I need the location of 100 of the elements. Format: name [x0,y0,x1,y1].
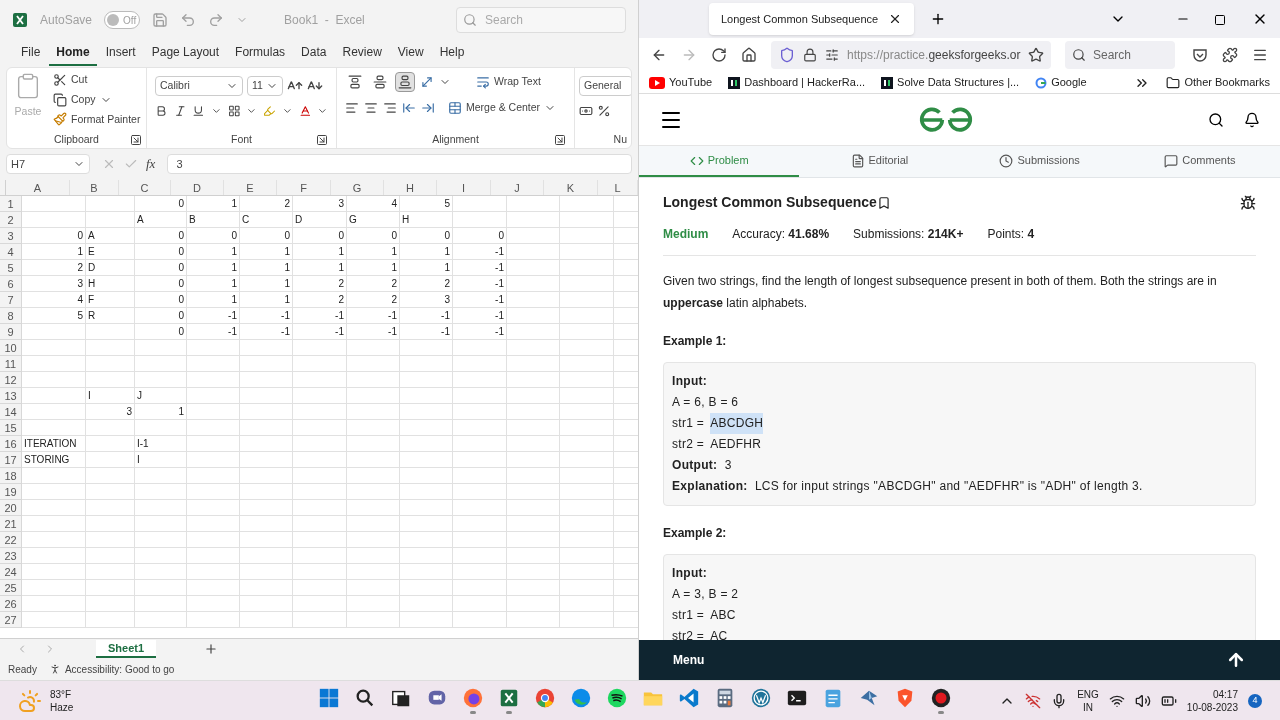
dialog-launcher-icon[interactable] [316,134,328,146]
notification-badge[interactable]: 4 [1248,693,1262,708]
bookmark-link[interactable]: Solve Data Structures |... [881,74,1020,91]
row-header[interactable]: 26 [0,596,22,612]
row-header[interactable]: 27 [0,612,22,628]
search-icon[interactable] [354,687,376,709]
underline-icon[interactable] [192,104,205,118]
number-format-dropdown[interactable]: General [579,76,631,96]
browser-icon[interactable] [534,687,556,709]
windows-logo-icon[interactable] [318,687,340,709]
row-header[interactable]: 1 [0,196,22,212]
column-header[interactable]: D [171,180,224,195]
spreadsheet-icon[interactable] [498,687,520,709]
ribbon-tab[interactable]: Insert [98,43,143,66]
row-header[interactable]: 8 [0,308,22,324]
row-header[interactable]: 7 [0,292,22,308]
close-tab-icon[interactable] [888,12,902,26]
weather-condition[interactable]: Haze [50,700,74,714]
permissions-icon[interactable] [825,48,839,62]
row-header[interactable]: 12 [0,372,22,388]
scroll-top-icon[interactable] [1226,650,1246,670]
row-header[interactable]: 22 [0,532,22,548]
star-icon[interactable] [1028,47,1045,63]
notification-icon[interactable] [1244,111,1260,128]
code-editor-icon[interactable] [678,687,700,709]
volume-icon[interactable] [1134,692,1151,709]
percent-icon[interactable] [597,104,611,118]
row-header[interactable]: 21 [0,516,22,532]
column-header[interactable]: E [224,180,277,195]
row-header[interactable]: 13 [0,388,22,404]
row-header[interactable]: 25 [0,580,22,596]
row-header[interactable]: 19 [0,484,22,500]
region-text[interactable]: IN [1083,700,1093,714]
align-left-icon[interactable] [345,100,359,115]
pocket-icon[interactable] [1192,47,1208,63]
address-field[interactable]: https://practice.geeksforgeeks.or [771,41,1051,69]
currency-icon[interactable] [579,104,593,118]
ribbon-tab[interactable]: Formulas [228,43,293,66]
row-header[interactable]: 2 [0,212,22,228]
row-header[interactable]: 4 [0,244,22,260]
other-bookmarks-link[interactable]: Other Bookmarks [1166,74,1270,91]
row-header[interactable]: 16 [0,436,22,452]
menu-label[interactable]: Menu [673,651,705,669]
search-field[interactable]: Search [456,7,626,33]
problem-tab[interactable]: Submissions [959,146,1120,177]
column-header[interactable]: G [331,180,384,195]
column-header[interactable]: A [6,180,70,195]
format-painter-button[interactable]: Format Painter [53,111,141,128]
row-header[interactable]: 17 [0,452,22,468]
borders-icon[interactable] [227,104,241,118]
wrap-text-button[interactable]: Wrap Text [476,74,541,90]
font-size-dropdown[interactable]: 11 [247,76,283,96]
ribbon-tab[interactable]: Page Layout [144,43,227,66]
font-color-icon[interactable] [298,104,312,118]
column-header[interactable]: B [70,180,119,195]
row-header[interactable]: 15 [0,420,22,436]
align-center-icon[interactable] [364,100,378,115]
decrease-indent-icon[interactable] [402,100,416,115]
accessibility-status[interactable]: Accessibility: Good to go [64,661,175,677]
search-field[interactable]: Search [1065,41,1175,69]
increase-indent-icon[interactable] [421,100,435,115]
ribbon-tab[interactable]: Review [335,43,389,66]
row-header[interactable]: 23 [0,548,22,564]
column-header[interactable]: J [491,180,544,195]
music-icon[interactable] [606,687,628,709]
bold-icon[interactable] [155,104,168,118]
row-header[interactable]: 18 [0,468,22,484]
row-header[interactable]: 3 [0,228,22,244]
insert-function-button[interactable]: fx [146,154,156,174]
ribbon-tab[interactable]: View [390,43,431,66]
bookmark-link[interactable]: Dashboard | HackerRa... [728,74,866,91]
record-icon[interactable] [930,687,952,709]
fill-color-icon[interactable] [263,104,276,118]
row-header[interactable]: 11 [0,356,22,372]
home-icon[interactable] [741,47,757,63]
spreadsheet-icon[interactable] [12,12,28,28]
clock-date[interactable]: 10-08-2023 [1186,700,1238,714]
menu-icon[interactable] [1252,47,1268,63]
bookmark-icon[interactable] [876,195,891,210]
temperature-text[interactable]: 83°F [50,687,74,701]
formula-field[interactable]: 3 [167,154,632,174]
dialog-launcher-icon[interactable] [130,134,142,146]
reload-icon[interactable] [711,47,727,63]
column-header[interactable]: L [598,180,638,195]
bookmark-link[interactable]: Google [1035,74,1087,91]
column-header[interactable]: I [437,180,491,195]
ribbon-tab[interactable]: File [14,43,48,66]
row-header[interactable]: 20 [0,500,22,516]
browser-tab[interactable]: Longest Common Subsequence [709,3,914,35]
logo-icon[interactable] [917,105,974,134]
problem-tab[interactable]: Problem [639,146,800,177]
merge-center-button[interactable]: Merge & Center [448,100,557,116]
row-header[interactable]: 10 [0,340,22,356]
problem-tab[interactable]: Editorial [799,146,960,177]
new-tab-icon[interactable] [930,11,946,27]
row-header[interactable]: 24 [0,564,22,580]
cut-button[interactable]: Cut [53,72,141,88]
ribbon-tab[interactable]: Help [432,43,472,66]
font-family-dropdown[interactable]: Calibri [155,76,243,96]
italic-icon[interactable] [173,104,187,118]
